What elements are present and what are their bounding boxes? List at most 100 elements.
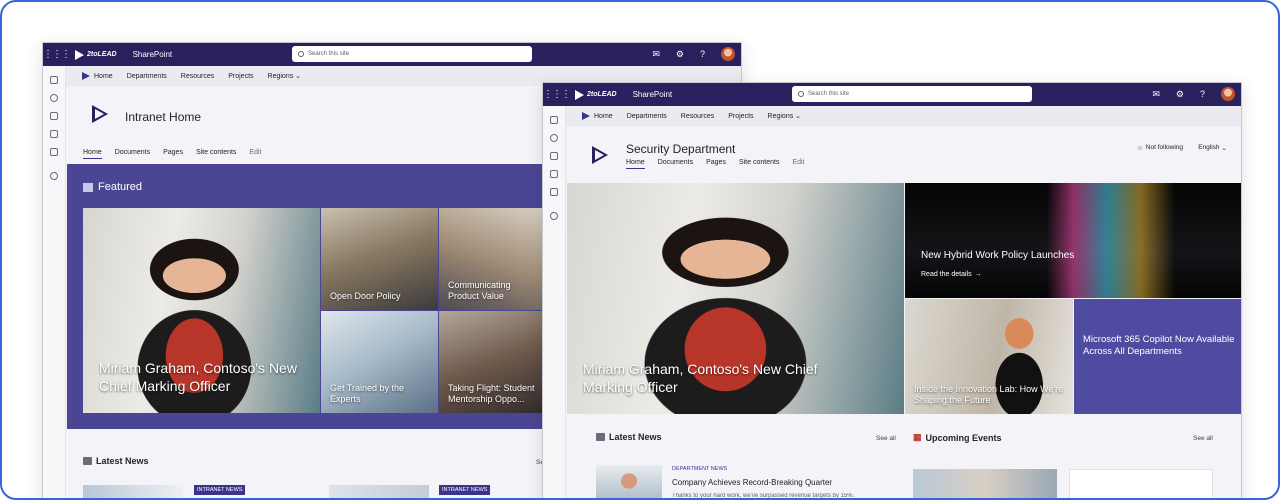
hub-nav-home[interactable]: Home [82,72,113,80]
suite-bar: ⋮⋮⋮ 2toLEAD SharePoint Search this site … [43,43,741,66]
tab-documents[interactable]: Documents [658,159,693,169]
list-icon[interactable] [50,148,58,156]
event-card[interactable] [1069,469,1213,498]
app-name[interactable]: SharePoint [133,50,173,59]
hero-tile-innovation-lab[interactable]: Inside the Innovation Lab: How We're Sha… [905,299,1073,414]
site-title[interactable]: Intranet Home [125,110,201,124]
hero-tile-hybrid-work[interactable]: New Hybrid Work Policy Launches Read the… [905,183,1241,298]
help-icon[interactable]: ? [1200,89,1205,99]
tile-caption: Communicating Product Value [448,279,511,301]
brand-mark-icon [75,49,84,60]
avatar[interactable] [721,47,735,61]
see-all-news-link[interactable]: See all [876,435,896,442]
news-tag: INTRANET NEWS [194,485,246,495]
hub-logo-icon [82,72,90,80]
tab-documents[interactable]: Documents [115,149,150,159]
featured-heading-label: Featured [98,181,143,193]
news-thumbnail[interactable] [83,485,183,498]
featured-tile[interactable]: Get Trained by the Experts [321,311,438,413]
featured-tile[interactable]: Taking Flight: Student Mentorship Oppo..… [439,311,549,413]
hub-nav-regions[interactable]: Regions ⌄ [768,112,802,120]
news-icon[interactable] [550,152,558,160]
hero-tile-copilot[interactable]: Microsoft 365 Copilot Now Available Acro… [1074,299,1241,414]
brand-logo[interactable]: 2toLEAD [575,89,617,100]
list-icon[interactable] [550,188,558,196]
add-icon[interactable] [50,172,58,180]
tab-edit[interactable]: Edit [249,149,261,159]
news-icon [83,457,92,465]
featured-hero-tile[interactable]: Miriam Graham, Contoso's New Chief Marki… [83,208,320,413]
gear-icon[interactable]: ⚙ [676,49,684,60]
file-icon[interactable] [50,130,58,138]
event-thumbnail[interactable] [913,469,1057,498]
tile-caption: Miriam Graham, Contoso's New Chief Marki… [99,359,297,394]
megaphone-icon[interactable]: ✉ [1152,89,1160,100]
see-all-events-link[interactable]: See all [1193,435,1213,442]
search-input[interactable]: Search this site [292,46,532,62]
news-thumbnail[interactable] [329,485,429,498]
hub-nav-projects[interactable]: Projects [228,73,253,80]
site-logo-icon [92,105,108,123]
tab-edit[interactable]: Edit [792,159,804,169]
news-icon[interactable] [50,112,58,120]
tab-pages[interactable]: Pages [163,149,183,159]
tab-home[interactable]: Home [83,149,102,159]
news-title[interactable]: Company Achieves Record-Breaking Quarter [672,478,832,487]
megaphone-icon[interactable]: ✉ [652,49,660,60]
tile-title: New Hybrid Work Policy Launches [921,250,1075,261]
language-selector[interactable]: English ⌄ [1198,144,1227,152]
app-launcher-icon[interactable]: ⋮⋮⋮ [43,49,71,60]
hub-navigation: Home Departments Resources Projects Regi… [566,106,1241,126]
hub-nav-resources[interactable]: Resources [681,113,714,120]
avatar[interactable] [1221,87,1235,101]
gear-icon[interactable]: ⚙ [1176,89,1184,100]
latest-news-label: Latest News [609,432,662,442]
hub-nav-projects[interactable]: Projects [728,113,753,120]
tab-pages[interactable]: Pages [706,159,726,169]
featured-heading: Featured [83,181,142,193]
hub-nav-home[interactable]: Home [582,112,613,120]
screenshot-frame: ⋮⋮⋮ 2toLEAD SharePoint Search this site … [0,0,1280,500]
read-details-label: Read the details [921,271,972,278]
latest-news-label: Latest News [96,456,149,466]
news-tag: INTRANET NEWS [439,485,491,495]
site-title[interactable]: Security Department [626,142,735,156]
hub-nav-regions[interactable]: Regions ⌄ [268,72,302,80]
tab-home[interactable]: Home [626,159,645,169]
tile-title: Microsoft 365 Copilot Now Available Acro… [1083,334,1235,358]
follow-button[interactable]: ☆ Not following [1137,144,1183,152]
hub-nav-label: Regions [767,113,794,120]
brand-logo[interactable]: 2toLEAD [75,49,117,60]
hub-nav-resources[interactable]: Resources [181,73,214,80]
home-icon[interactable] [550,116,558,124]
app-launcher-icon[interactable]: ⋮⋮⋮ [543,89,571,100]
brand-name: 2toLEAD [87,51,117,58]
suite-bar: ⋮⋮⋮ 2toLEAD SharePoint Search this site … [543,83,1241,106]
language-label: English [1198,144,1220,151]
add-icon[interactable] [550,212,558,220]
hero-tile[interactable]: Miriam Graham, Contoso's New Chief Marki… [567,183,904,414]
tab-site-contents[interactable]: Site contents [196,149,236,159]
hub-nav-departments[interactable]: Departments [127,73,167,80]
hub-nav-departments[interactable]: Departments [627,113,667,120]
globe-icon[interactable] [50,94,58,102]
news-icon [596,433,605,441]
hub-logo-icon [582,112,590,120]
latest-news-heading: Latest News [83,456,149,466]
featured-tile[interactable]: Open Door Policy [321,208,438,310]
app-name[interactable]: SharePoint [633,90,673,99]
home-icon[interactable] [50,76,58,84]
file-icon[interactable] [550,170,558,178]
search-input[interactable]: Search this site [792,86,1032,102]
globe-icon[interactable] [550,134,558,142]
read-details-link[interactable]: Read the details → [921,271,982,278]
latest-news-heading: Latest News [596,432,662,442]
featured-tile[interactable]: Communicating Product Value [439,208,549,310]
help-icon[interactable]: ? [700,49,705,59]
news-thumbnail[interactable] [596,465,662,498]
suite-bar-actions: ✉ ⚙ ? [1152,87,1235,101]
tab-site-contents[interactable]: Site contents [739,159,779,169]
search-icon [298,51,304,57]
app-bar [543,106,566,498]
suite-bar-actions: ✉ ⚙ ? [652,47,735,61]
